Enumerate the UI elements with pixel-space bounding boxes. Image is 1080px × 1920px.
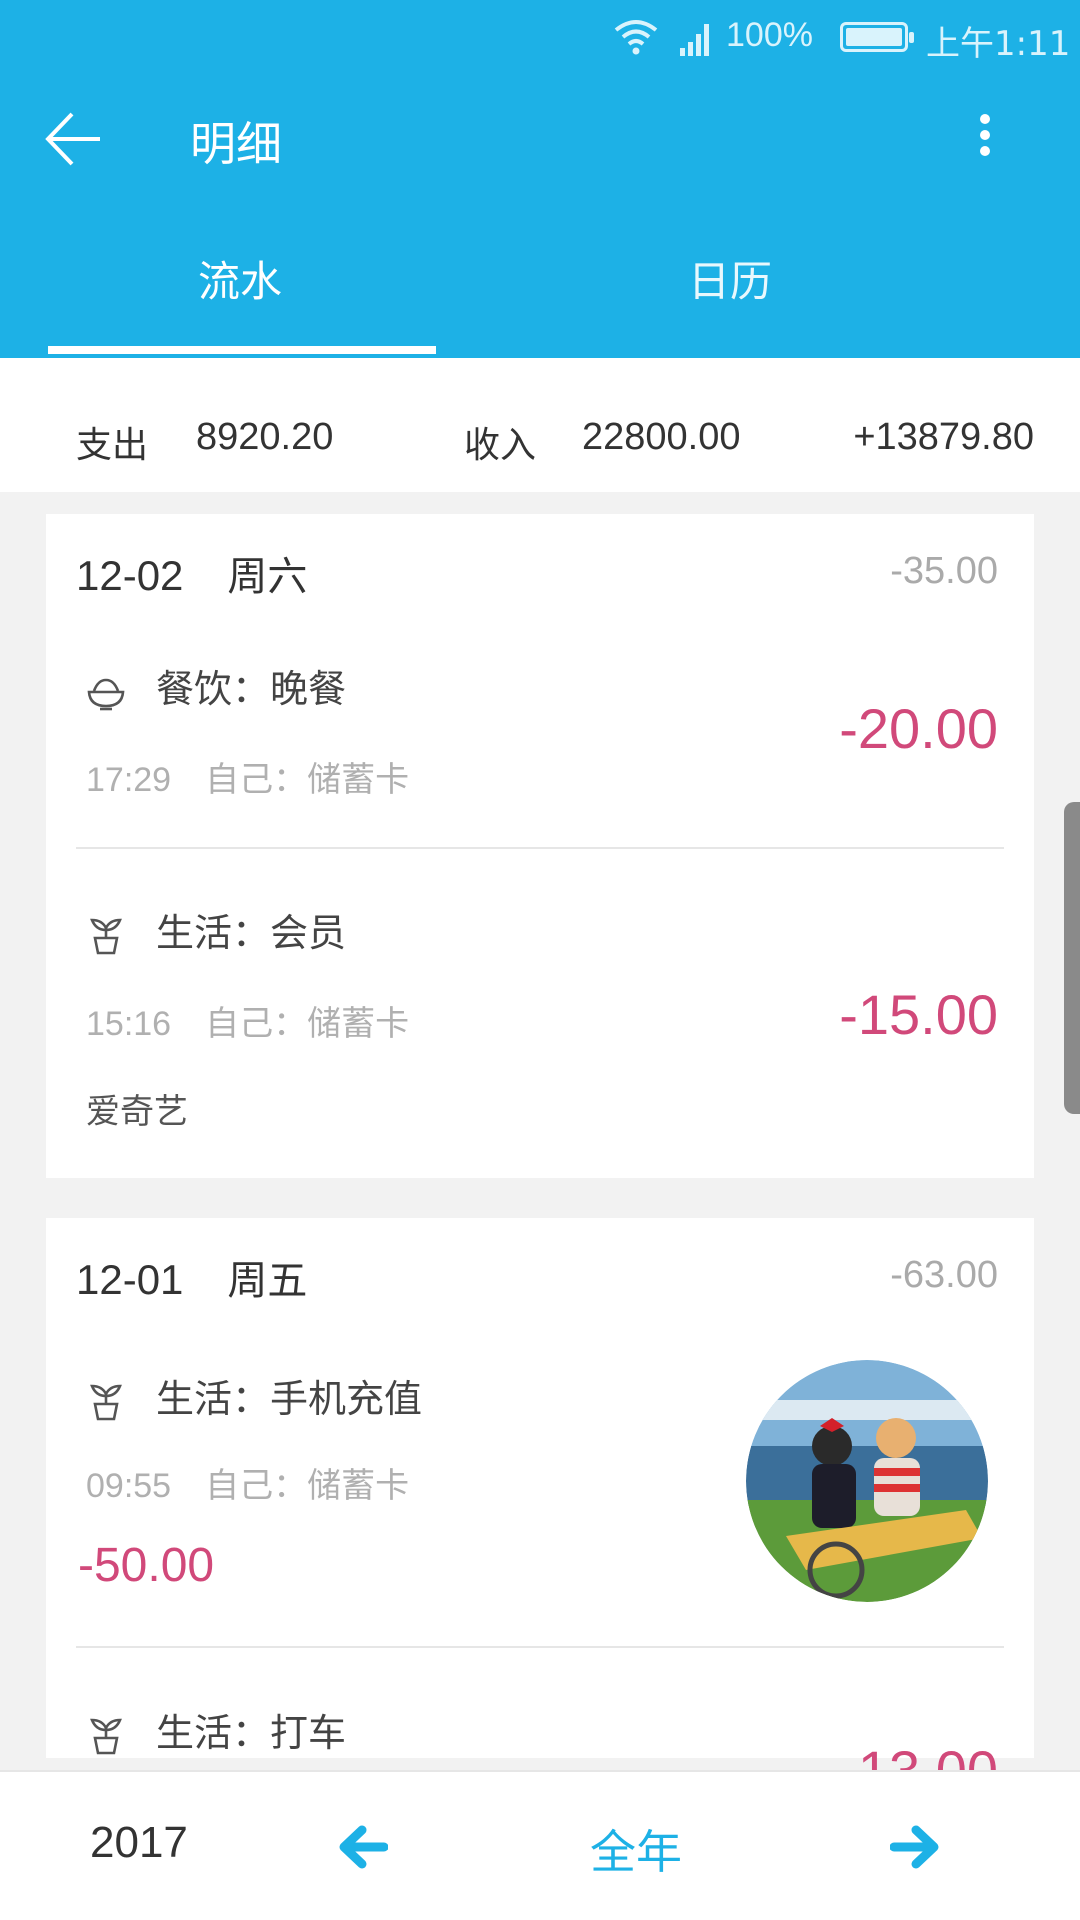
entry-amount: -15.00 bbox=[839, 983, 998, 1046]
entry-time: 09:55 bbox=[86, 1467, 172, 1505]
day-card: 12-02 周六 -35.00 餐饮：晚餐 17:29 自己：储蓄卡 -20.00 … bbox=[46, 514, 1034, 1178]
entry-amount: -50.00 bbox=[78, 1539, 215, 1592]
day-card: 12-01 周五 -63.00 生活：手机充值 09:55 自己：储蓄卡 -50.0… bbox=[46, 1218, 1034, 1802]
tab-flow[interactable]: 流水 bbox=[198, 248, 282, 309]
divider bbox=[76, 847, 1004, 849]
entry-category[interactable]: 生活：手机充值 bbox=[86, 1368, 422, 1423]
income-value: 22800.00 bbox=[582, 416, 741, 458]
tab-bar: 流水 日历 bbox=[0, 222, 1080, 358]
day-date: 12-02 bbox=[76, 552, 184, 599]
entry-account: 自己：储蓄卡 bbox=[205, 760, 410, 800]
entry-time: 15:16 bbox=[86, 1005, 172, 1043]
entry-meta: 17:29 自己：储蓄卡 bbox=[86, 752, 409, 801]
tab-indicator bbox=[48, 346, 436, 354]
more-options-icon[interactable] bbox=[968, 108, 1002, 170]
bottom-bar: 2017 全年 bbox=[0, 1770, 1080, 1920]
entry-category[interactable]: 生活：会员 bbox=[86, 902, 346, 957]
entry-meta: 15:16 自己：储蓄卡 bbox=[86, 996, 409, 1045]
entry-meta: 09:55 自己：储蓄卡 bbox=[86, 1458, 409, 1507]
day-header: 12-02 周六 bbox=[76, 544, 307, 602]
attachment-photo[interactable] bbox=[746, 1360, 988, 1602]
income-label: 收入 bbox=[464, 425, 537, 466]
rice-bowl-icon bbox=[87, 678, 125, 710]
period-selector[interactable]: 全年 bbox=[590, 1816, 682, 1882]
sprout-pot-icon bbox=[90, 1718, 122, 1754]
entry-note: 爱奇艺 bbox=[86, 1092, 188, 1132]
day-weekday: 周六 bbox=[227, 554, 308, 600]
divider bbox=[76, 1646, 1004, 1648]
summary-bar: 支出 8920.20 收入 22800.00 +13879.80 bbox=[0, 358, 1080, 492]
entry-category[interactable]: 餐饮：晚餐 bbox=[86, 658, 346, 713]
tab-calendar[interactable]: 日历 bbox=[688, 248, 772, 309]
day-date: 12-01 bbox=[76, 1256, 184, 1303]
battery-percent: 100% bbox=[726, 16, 813, 54]
sprout-pot-icon bbox=[90, 918, 122, 954]
entry-account: 自己：储蓄卡 bbox=[205, 1466, 410, 1506]
next-arrow-icon[interactable] bbox=[890, 1824, 940, 1870]
back-arrow-icon[interactable] bbox=[42, 108, 104, 170]
entry-category[interactable]: 生活：打车 bbox=[86, 1702, 346, 1757]
day-weekday: 周五 bbox=[227, 1258, 308, 1304]
app-bar: 明细 bbox=[0, 78, 1080, 200]
status-time: 上午1:11 bbox=[926, 24, 1071, 64]
previous-arrow-icon[interactable] bbox=[338, 1824, 388, 1870]
entry-time: 17:29 bbox=[86, 761, 172, 799]
page-title: 明细 bbox=[190, 117, 282, 171]
year-label[interactable]: 2017 bbox=[90, 1818, 188, 1868]
entry-account: 自己：储蓄卡 bbox=[205, 1004, 410, 1044]
scroll-handle[interactable] bbox=[1064, 802, 1080, 1114]
balance-value: +13879.80 bbox=[853, 416, 1034, 458]
day-total: -35.00 bbox=[890, 550, 998, 592]
entry-amount: -20.00 bbox=[839, 697, 998, 760]
expense-label: 支出 bbox=[76, 425, 149, 466]
day-header: 12-01 周五 bbox=[76, 1248, 307, 1306]
sprout-pot-icon bbox=[90, 1384, 122, 1420]
status-bar: 100% 上午1:11 bbox=[0, 0, 1080, 78]
header: 100% 上午1:11 明细 流水 日历 bbox=[0, 0, 1080, 358]
signal-icon bbox=[680, 24, 709, 56]
day-total: -63.00 bbox=[890, 1254, 998, 1296]
wifi-icon bbox=[614, 20, 658, 55]
battery-icon bbox=[840, 22, 914, 52]
expense-value: 8920.20 bbox=[196, 416, 334, 458]
